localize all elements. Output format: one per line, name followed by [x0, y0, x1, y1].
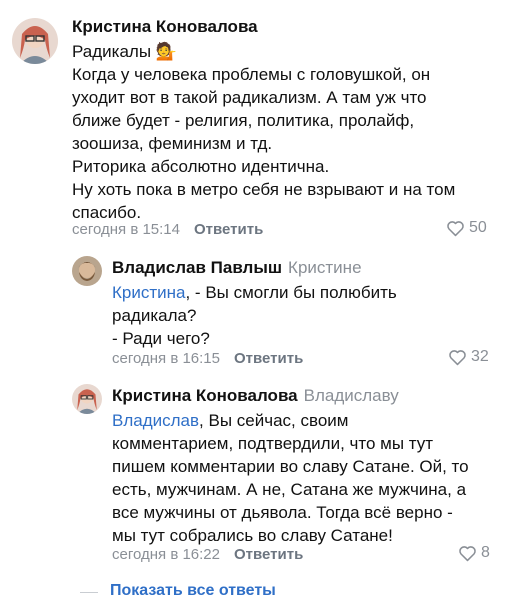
- like-count: 32: [471, 348, 489, 365]
- comment-line: ближе будет - религия, политика, пролайф…: [72, 111, 415, 130]
- heart-icon: [449, 349, 466, 365]
- comment-line: - Ради чего?: [112, 329, 210, 348]
- author-name[interactable]: Кристина Коновалова: [72, 17, 258, 37]
- timestamp: сегодня в 15:14: [72, 221, 180, 238]
- avatar-image: [72, 256, 102, 286]
- show-all-replies-button[interactable]: Показать все ответы: [110, 582, 276, 600]
- reply-button[interactable]: Ответить: [234, 350, 303, 367]
- avatar[interactable]: [12, 18, 58, 64]
- author-name-text: Кристина Коновалова: [112, 386, 298, 405]
- comment-line: комментарием, подтвердили, что мы тут: [112, 434, 434, 453]
- avatar-image: [12, 18, 58, 64]
- avatar[interactable]: [72, 384, 102, 414]
- author-name[interactable]: Владислав Павлыш Кристине: [112, 258, 362, 278]
- mention-link[interactable]: Кристина: [112, 283, 185, 302]
- heart-icon: [447, 220, 464, 236]
- comment-line: Ну хоть пока в метро себя не взрывают и …: [72, 180, 456, 199]
- comment-line: Владислав, Вы сейчас, своим: [112, 411, 349, 430]
- timestamp: сегодня в 16:15: [112, 350, 220, 367]
- comment-line: уходит вот в такой радикализм. А там уж …: [72, 88, 427, 107]
- comment-text: Радикалы 💁 Когда у человека проблемы с г…: [72, 40, 455, 224]
- heart-icon: [459, 545, 476, 561]
- comment-line: радикала?: [112, 306, 197, 325]
- timestamp: сегодня в 16:22: [112, 546, 220, 563]
- like-button[interactable]: 8: [458, 544, 490, 562]
- comment-meta: сегодня в 15:14 Ответить: [72, 221, 263, 238]
- comment-line: Кристина, - Вы смогли бы полюбить: [112, 283, 397, 302]
- like-button[interactable]: 50: [446, 219, 487, 237]
- comment-line: все мужчины от дьявола. Тогда всё верно …: [112, 503, 453, 522]
- reply-to-label: Владиславу: [303, 386, 399, 405]
- comment-line: Радикалы 💁: [72, 42, 177, 61]
- like-button[interactable]: 32: [448, 348, 489, 366]
- comment-line: есть, мужчинам. А не, Сатана же мужчина,…: [112, 480, 467, 499]
- like-count: 8: [481, 544, 490, 561]
- comment-meta: сегодня в 16:22 Ответить: [112, 546, 303, 563]
- comment-line: Когда у человека проблемы с головушкой, …: [72, 65, 431, 84]
- comment-line: пишем комментарии во славу Сатане. Ой, т…: [112, 457, 469, 476]
- comment-line: Риторика абсолютно идентична.: [72, 157, 330, 176]
- reply-button[interactable]: Ответить: [194, 221, 263, 238]
- avatar[interactable]: [72, 256, 102, 286]
- comment-meta: сегодня в 16:15 Ответить: [112, 350, 303, 367]
- comment-text: Владислав, Вы сейчас, своим комментарием…: [112, 409, 469, 547]
- avatar-image: [72, 384, 102, 414]
- comment-text: Кристина, - Вы смогли бы полюбить радика…: [112, 281, 397, 350]
- show-all-divider: [80, 592, 98, 593]
- author-name[interactable]: Кристина Коновалова Владиславу: [112, 386, 399, 406]
- author-name-text: Владислав Павлыш: [112, 258, 283, 277]
- comment-line: мы тут собрались во славу Сатане!: [112, 526, 393, 545]
- reply-to-label: Кристине: [288, 258, 362, 277]
- comment-line: зоошиза, феминизм и тд.: [72, 134, 273, 153]
- reply-button[interactable]: Ответить: [234, 546, 303, 563]
- like-count: 50: [469, 219, 487, 236]
- mention-link[interactable]: Владислав: [112, 411, 199, 430]
